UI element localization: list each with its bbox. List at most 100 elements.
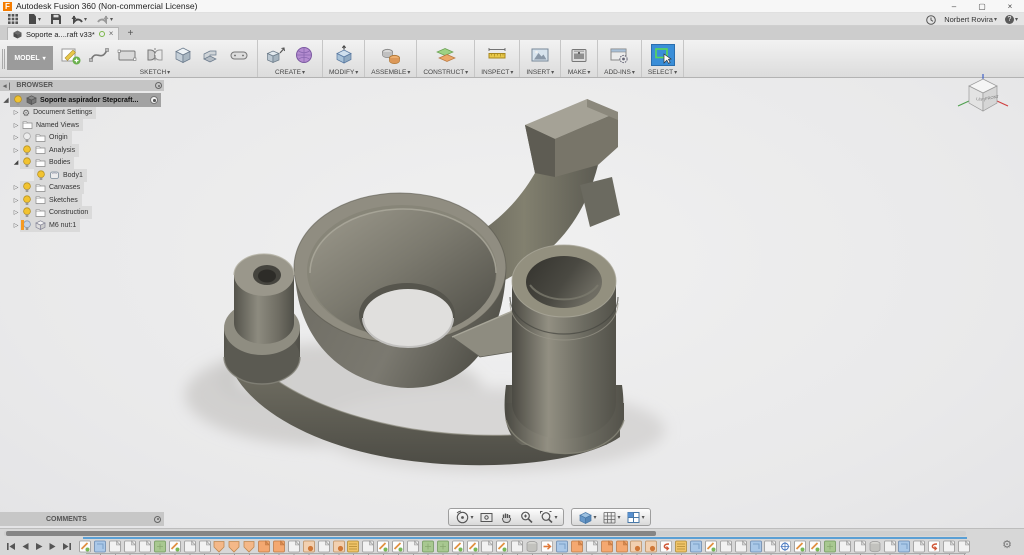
visibility-bulb-icon[interactable] (22, 207, 32, 218)
document-tab[interactable]: Soporte a....raft v33* × (7, 27, 119, 40)
timeline-feature-feature[interactable] (837, 540, 852, 553)
timeline-feature-extrude[interactable] (689, 540, 704, 553)
user-menu[interactable]: Norbert Rovira ▾ (944, 15, 997, 24)
expand-arrow-icon[interactable]: ▷ (12, 147, 20, 154)
expand-arrow-icon[interactable]: ▷ (12, 134, 20, 141)
panel-options-icon[interactable] (155, 82, 162, 89)
step-forward-button[interactable] (46, 540, 60, 553)
browser-item-chip[interactable]: Construction (20, 206, 92, 219)
timeline-feature-sketch[interactable] (376, 540, 391, 553)
timeline-feature-sketch[interactable] (450, 540, 465, 553)
timeline-feature-feature[interactable] (510, 540, 525, 553)
lookat-button[interactable] (476, 509, 496, 525)
browser-root-chip[interactable]: Soporte aspirador Stepcraft... (10, 93, 161, 107)
sweep-button[interactable] (199, 44, 223, 66)
timeline-feature-shield[interactable] (242, 540, 257, 553)
activate-radio-icon[interactable] (150, 96, 158, 104)
pan-button[interactable] (496, 509, 516, 525)
timeline-feature-sketch[interactable] (703, 540, 718, 553)
expand-arrow-icon[interactable]: ▷ (12, 197, 20, 204)
comments-panel[interactable]: COMMENTS (0, 512, 164, 526)
timeline-feature-form[interactable] (152, 540, 167, 553)
slot-button[interactable] (227, 44, 251, 66)
timeline-feature-corner[interactable] (257, 540, 272, 553)
measure-button[interactable] (485, 44, 509, 66)
toolbar-group-label[interactable]: MODIFY▾ (329, 69, 358, 76)
timeline-feature-sketch[interactable] (495, 540, 510, 553)
timeline-feature-hand[interactable] (301, 540, 316, 553)
browser-item-chip[interactable]: Bodies (20, 156, 74, 169)
timeline-feature-feature[interactable] (718, 540, 733, 553)
toolbar-grip[interactable] (2, 49, 5, 69)
browser-item-chip[interactable]: Canvases (20, 181, 84, 194)
browser-item[interactable]: ▷Sketches (0, 194, 164, 207)
workspace-selector[interactable]: MODEL ▾ (7, 46, 53, 70)
toolbar-group-label[interactable]: INSPECT▾ (481, 69, 513, 76)
timeline-feature-sketch[interactable] (808, 540, 823, 553)
fit-button[interactable]: ▾ (536, 509, 560, 525)
toolbar-group-label[interactable]: SELECT▾ (648, 69, 677, 76)
timeline-feature-feature[interactable] (286, 540, 301, 553)
browser-item-chip[interactable]: Named Views (20, 119, 83, 131)
undo-button[interactable]: ▾ (67, 13, 91, 25)
timeline-feature-feature[interactable] (763, 540, 778, 553)
timeline-feature-sketch[interactable] (167, 540, 182, 553)
timeline-feature-sketch[interactable] (465, 540, 480, 553)
timeline-feature-feature[interactable] (182, 540, 197, 553)
play-button[interactable] (32, 540, 46, 553)
grid-button[interactable]: ▾ (599, 509, 623, 525)
addins-button[interactable] (607, 44, 631, 66)
timeline-feature-form[interactable] (823, 540, 838, 553)
select-button[interactable] (651, 44, 675, 66)
timeline-feature-extrude[interactable] (555, 540, 570, 553)
expand-arrow-icon[interactable]: ▷ (12, 184, 20, 191)
timeline-scrollbar[interactable] (4, 531, 966, 536)
help-menu[interactable]: ? ▾ (1005, 15, 1018, 24)
expand-arrow-icon[interactable]: ◢ (12, 159, 20, 166)
timeline-feature-disk[interactable] (867, 540, 882, 553)
browser-root-item[interactable]: ◢Soporte aspirador Stepcraft... (0, 94, 164, 107)
visibility-bulb-icon[interactable] (22, 182, 32, 193)
timeline-feature-sketch[interactable] (793, 540, 808, 553)
rectangle-button[interactable] (115, 44, 139, 66)
spline-button[interactable] (87, 44, 111, 66)
browser-item-chip[interactable]: M6 nut:1 (20, 219, 80, 232)
timeline-feature-extrude[interactable] (93, 540, 108, 553)
timeline-feature-form[interactable] (420, 540, 435, 553)
cad-model[interactable] (150, 85, 710, 515)
file-button[interactable]: ▾ (24, 13, 45, 25)
timeline-feature-feature[interactable] (108, 540, 123, 553)
browser-item-chip[interactable]: Analysis (20, 144, 79, 157)
timeline-feature-hand[interactable] (331, 540, 346, 553)
visibility-bulb-icon[interactable] (22, 195, 32, 206)
timeline-feature-feature[interactable] (123, 540, 138, 553)
toolbar-group-label[interactable]: SKETCH▾ (140, 69, 170, 76)
browser-item[interactable]: ▷Canvases (0, 182, 164, 195)
timeline-feature-feature[interactable] (138, 540, 153, 553)
expand-arrow-icon[interactable]: ▷ (12, 209, 20, 216)
joint-button[interactable] (379, 44, 403, 66)
timeline-feature-corner[interactable] (569, 540, 584, 553)
new-component-button[interactable] (264, 44, 288, 66)
timeline-feature-column[interactable] (674, 540, 689, 553)
plane-button[interactable] (434, 44, 458, 66)
timeline-feature-form[interactable] (435, 540, 450, 553)
browser-item-chip[interactable]: Sketches (20, 194, 82, 207)
timeline-feature-sketch[interactable] (391, 540, 406, 553)
timeline-feature-undo[interactable] (927, 540, 942, 553)
timeline-feature-corner[interactable] (272, 540, 287, 553)
timeline-feature-undo[interactable] (659, 540, 674, 553)
timeline-feature-feature[interactable] (852, 540, 867, 553)
browser-item[interactable]: ▷Analysis (0, 144, 164, 157)
step-back-button[interactable] (18, 540, 32, 553)
insert-image-button[interactable] (528, 44, 552, 66)
maximize-button[interactable]: ▢ (968, 0, 996, 13)
timeline-feature-flag[interactable] (540, 540, 555, 553)
collapse-panel-icon[interactable]: ◂❘ (3, 82, 12, 90)
timeline-feature-extrude[interactable] (897, 540, 912, 553)
timeline-feature-column[interactable] (346, 540, 361, 553)
timeline-feature-shield[interactable] (212, 540, 227, 553)
minimize-button[interactable]: – (940, 0, 968, 13)
expand-arrow-icon[interactable]: ▷ (12, 222, 20, 229)
form-button[interactable] (292, 44, 316, 66)
